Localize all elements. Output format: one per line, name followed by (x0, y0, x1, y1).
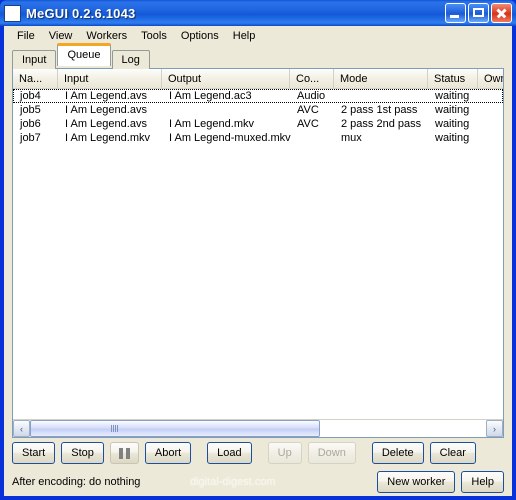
column-header-codec[interactable]: Co... (290, 69, 334, 88)
help-button[interactable]: Help (461, 471, 504, 493)
after-encoding-status: After encoding: do nothing (12, 476, 141, 488)
table-row[interactable]: job5 I Am Legend.avs AVC 2 pass 1st pass… (13, 103, 503, 117)
table-row[interactable]: job6 I Am Legend.avs I Am Legend.mkv AVC… (13, 117, 503, 131)
menu-file[interactable]: File (10, 28, 42, 44)
maximize-button[interactable] (468, 3, 489, 23)
cell-codec: Audio (297, 90, 326, 102)
cell-mode: mux (341, 132, 362, 144)
client-area: File View Workers Tools Options Help Inp… (4, 26, 512, 496)
listview-header: Na... Input Output Co... Mode Status Own… (13, 69, 503, 89)
menu-help[interactable]: Help (226, 28, 263, 44)
column-header-name[interactable]: Na... (13, 69, 58, 88)
cell-name: job6 (20, 118, 41, 130)
cell-status: waiting (435, 104, 470, 116)
megui-main-window: MeGUI 0.2.6.1043 File View Workers Tools… (0, 0, 516, 500)
horizontal-scrollbar[interactable]: ‹ › (13, 419, 503, 437)
abort-button[interactable]: Abort (144, 442, 192, 464)
cell-input: I Am Legend.avs (65, 90, 147, 102)
scroll-right-arrow-icon[interactable]: › (486, 420, 503, 437)
cell-name: job7 (20, 132, 41, 144)
start-button[interactable]: Start (12, 442, 56, 464)
table-row[interactable]: job7 I Am Legend.mkv I Am Legend-muxed.m… (13, 131, 503, 145)
cell-output: I Am Legend.mkv (169, 118, 254, 130)
down-button: Down (307, 442, 356, 464)
stop-button[interactable]: Stop (61, 442, 104, 464)
minimize-button[interactable] (445, 3, 466, 23)
cell-input: I Am Legend.avs (65, 104, 147, 116)
cell-codec: AVC (297, 118, 319, 130)
menu-view[interactable]: View (42, 28, 80, 44)
tab-log[interactable]: Log (111, 50, 150, 69)
menu-workers[interactable]: Workers (79, 28, 134, 44)
titlebar-buttons (445, 3, 514, 23)
column-header-status[interactable]: Status (428, 69, 478, 88)
listview-body: job4 I Am Legend.avs I Am Legend.ac3 Aud… (13, 89, 503, 419)
cell-input: I Am Legend.mkv (65, 132, 150, 144)
cell-mode: 2 pass 2nd pass (341, 118, 422, 130)
scroll-grip-icon (111, 425, 119, 432)
close-button[interactable] (491, 3, 512, 23)
column-header-mode[interactable]: Mode (334, 69, 428, 88)
cell-name: job5 (20, 104, 41, 116)
app-window-icon (4, 4, 21, 22)
scrollbar-track[interactable] (30, 420, 486, 437)
pause-icon (125, 447, 130, 459)
tab-input[interactable]: Input (12, 50, 57, 69)
cell-input: I Am Legend.avs (65, 118, 147, 130)
tabstrip: Input Queue Log (4, 43, 512, 69)
column-header-output[interactable]: Output (162, 69, 290, 88)
statusbar: After encoding: do nothing digital-diges… (4, 468, 512, 496)
cell-status: waiting (435, 90, 470, 102)
cell-status: waiting (435, 118, 470, 130)
pause-icon (118, 447, 123, 459)
column-header-input[interactable]: Input (58, 69, 162, 88)
queue-listview: Na... Input Output Co... Mode Status Own… (12, 68, 504, 438)
tab-queue[interactable]: Queue (57, 43, 111, 66)
clear-button[interactable]: Clear (429, 442, 476, 464)
cell-output: I Am Legend.ac3 (169, 90, 252, 102)
pause-button[interactable] (109, 442, 139, 464)
new-worker-button[interactable]: New worker (377, 471, 456, 493)
up-button: Up (267, 442, 302, 464)
titlebar[interactable]: MeGUI 0.2.6.1043 (0, 0, 516, 26)
menu-options[interactable]: Options (174, 28, 226, 44)
cell-codec: AVC (297, 104, 319, 116)
column-header-owner[interactable]: Owne (478, 69, 503, 88)
scrollbar-thumb[interactable] (30, 420, 320, 437)
cell-output: I Am Legend-muxed.mkv (169, 132, 291, 144)
menu-tools[interactable]: Tools (134, 28, 174, 44)
statusbar-buttons: New worker Help (377, 471, 504, 493)
delete-button[interactable]: Delete (371, 442, 424, 464)
load-button[interactable]: Load (207, 442, 252, 464)
queue-action-buttons: Start Stop Abort Load Up Down Delete Cle… (4, 438, 512, 468)
scroll-left-arrow-icon[interactable]: ‹ (13, 420, 30, 437)
cell-status: waiting (435, 132, 470, 144)
cell-name: job4 (20, 90, 41, 102)
window-title: MeGUI 0.2.6.1043 (26, 5, 136, 21)
cell-mode: 2 pass 1st pass (341, 104, 418, 116)
watermark: digital-digest.com (190, 476, 276, 488)
table-row[interactable]: job4 I Am Legend.avs I Am Legend.ac3 Aud… (13, 89, 503, 103)
